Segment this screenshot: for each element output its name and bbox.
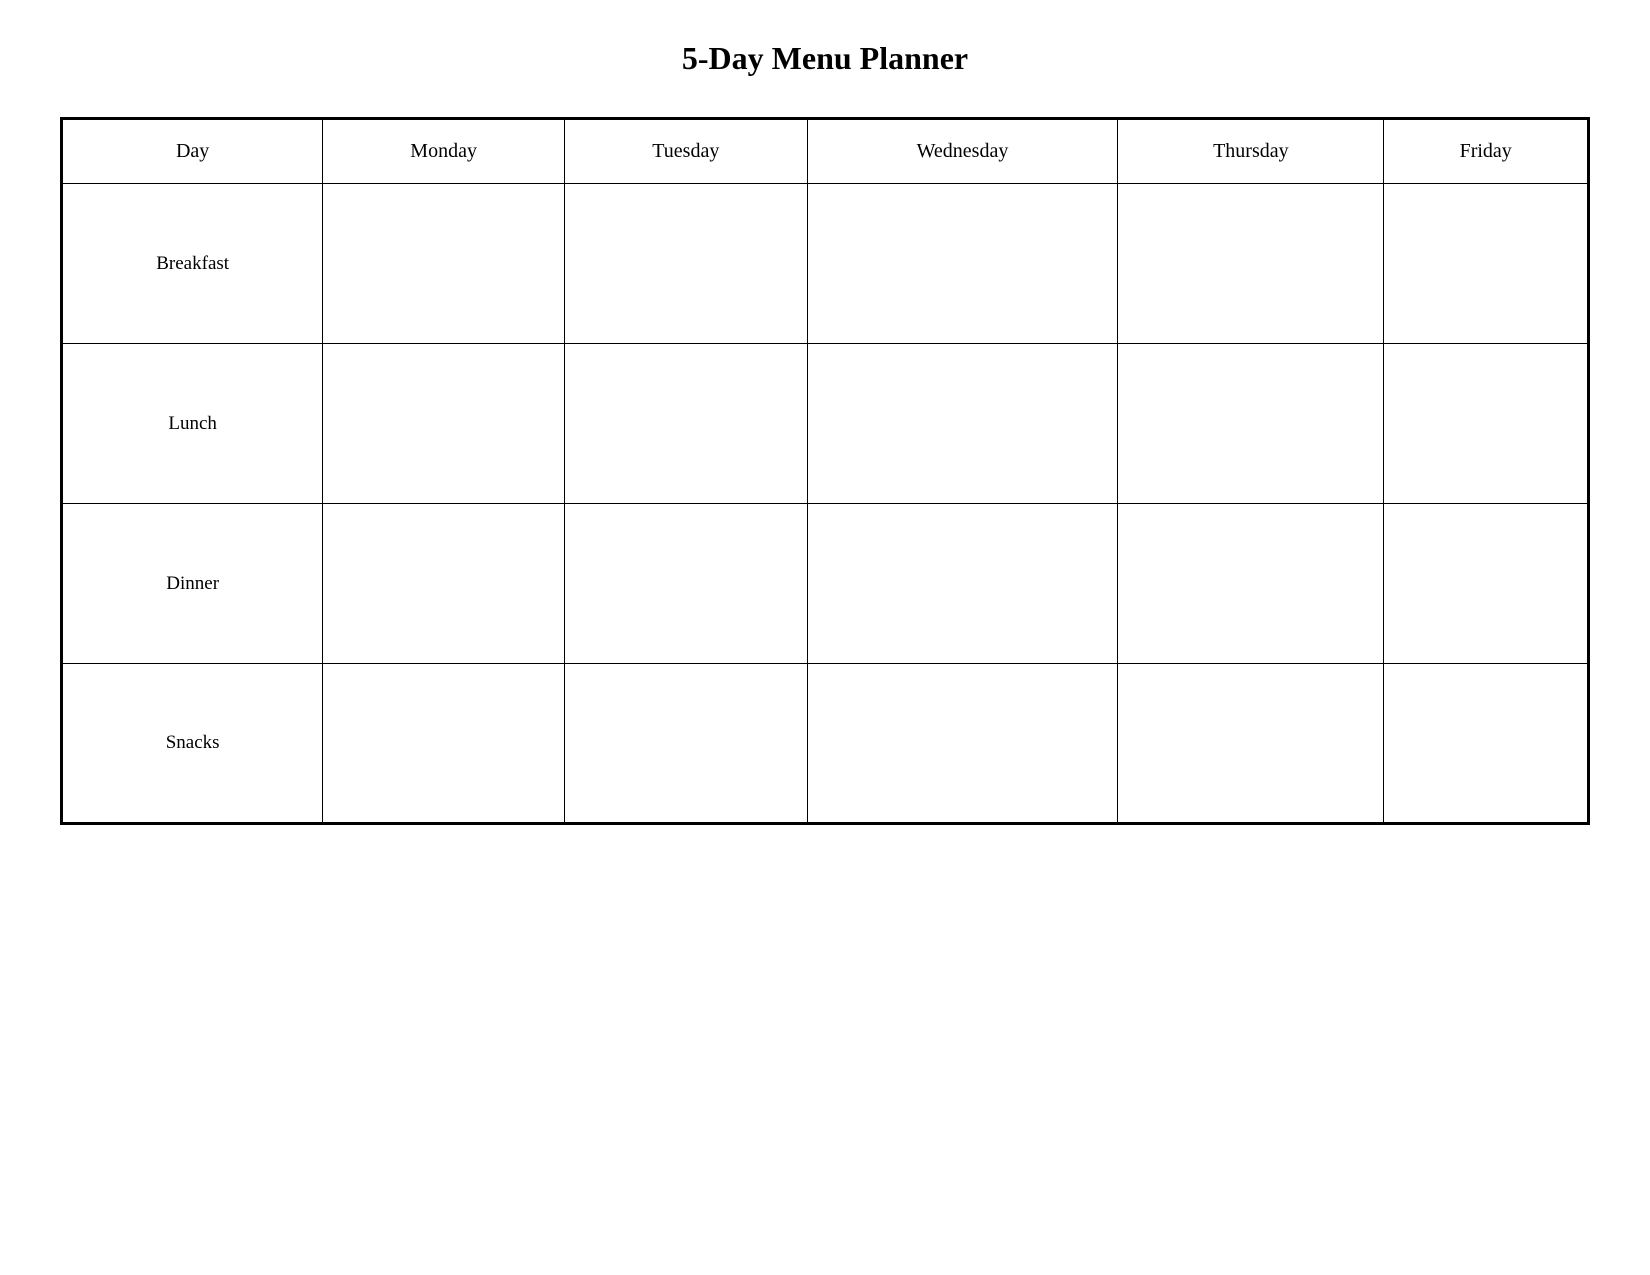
label-breakfast: Breakfast <box>62 184 323 344</box>
cell-dinner-wednesday[interactable] <box>807 504 1118 664</box>
cell-snacks-wednesday[interactable] <box>807 664 1118 824</box>
page-title: 5-Day Menu Planner <box>682 40 968 77</box>
label-dinner: Dinner <box>62 504 323 664</box>
cell-breakfast-monday[interactable] <box>323 184 565 344</box>
cell-lunch-tuesday[interactable] <box>564 344 807 504</box>
cell-lunch-wednesday[interactable] <box>807 344 1118 504</box>
header-monday: Monday <box>323 119 565 184</box>
label-snacks: Snacks <box>62 664 323 824</box>
cell-lunch-thursday[interactable] <box>1118 344 1384 504</box>
cell-breakfast-thursday[interactable] <box>1118 184 1384 344</box>
header-thursday: Thursday <box>1118 119 1384 184</box>
row-snacks: Snacks <box>62 664 1589 824</box>
cell-breakfast-tuesday[interactable] <box>564 184 807 344</box>
header-tuesday: Tuesday <box>564 119 807 184</box>
cell-dinner-friday[interactable] <box>1384 504 1589 664</box>
header-wednesday: Wednesday <box>807 119 1118 184</box>
cell-snacks-friday[interactable] <box>1384 664 1589 824</box>
cell-dinner-tuesday[interactable] <box>564 504 807 664</box>
header-day: Day <box>62 119 323 184</box>
header-row: Day Monday Tuesday Wednesday Thursday Fr… <box>62 119 1589 184</box>
row-lunch: Lunch <box>62 344 1589 504</box>
label-lunch: Lunch <box>62 344 323 504</box>
cell-lunch-monday[interactable] <box>323 344 565 504</box>
cell-snacks-thursday[interactable] <box>1118 664 1384 824</box>
cell-dinner-thursday[interactable] <box>1118 504 1384 664</box>
header-friday: Friday <box>1384 119 1589 184</box>
cell-dinner-monday[interactable] <box>323 504 565 664</box>
cell-lunch-friday[interactable] <box>1384 344 1589 504</box>
row-dinner: Dinner <box>62 504 1589 664</box>
cell-snacks-tuesday[interactable] <box>564 664 807 824</box>
cell-breakfast-wednesday[interactable] <box>807 184 1118 344</box>
cell-breakfast-friday[interactable] <box>1384 184 1589 344</box>
cell-snacks-monday[interactable] <box>323 664 565 824</box>
row-breakfast: Breakfast <box>62 184 1589 344</box>
menu-planner-table: Day Monday Tuesday Wednesday Thursday Fr… <box>60 117 1590 825</box>
